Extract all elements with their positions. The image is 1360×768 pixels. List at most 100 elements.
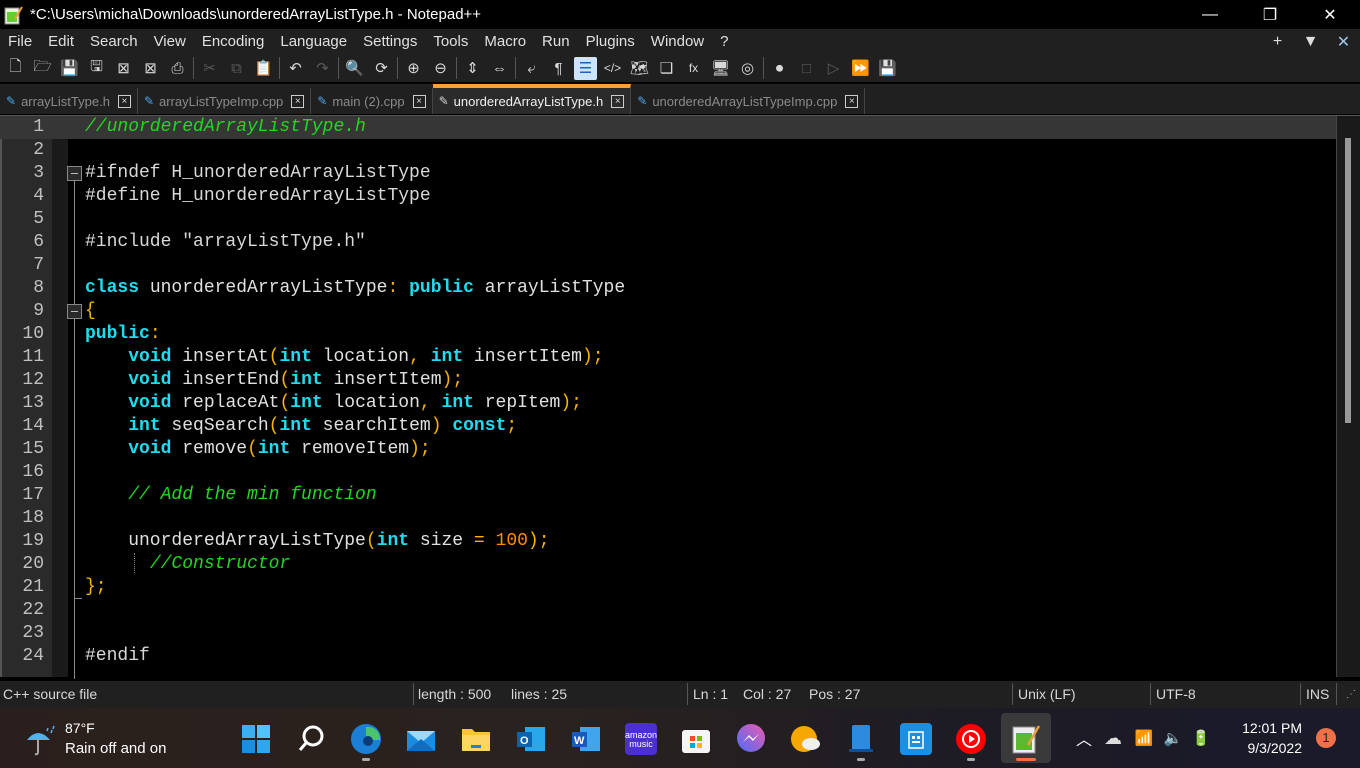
minimize-button[interactable]: — — [1180, 0, 1240, 29]
line-number: 16 — [22, 462, 44, 482]
cut-button[interactable]: ✂ — [198, 57, 221, 80]
close-button[interactable]: ✕ — [1300, 0, 1360, 29]
tab-list-dropdown-icon[interactable]: ▼ — [1294, 33, 1327, 51]
onedrive-icon[interactable]: ☁ — [1096, 728, 1130, 749]
play-macro-button[interactable]: ▷ — [822, 57, 845, 80]
menu-tools[interactable]: Tools — [425, 29, 476, 54]
find-button[interactable]: 🔍 — [343, 57, 366, 80]
clock[interactable]: 12:01 PM 9/3/2022 — [1242, 718, 1302, 758]
record-macro-button[interactable]: ⏺ — [768, 57, 791, 80]
fold-toggle-class[interactable] — [67, 304, 82, 319]
copy-button[interactable]: ⧉ — [225, 57, 248, 80]
volume-icon[interactable]: 🔈 — [1158, 729, 1188, 747]
menu-language[interactable]: Language — [272, 29, 355, 54]
code-text: { — [85, 300, 96, 323]
taskbar-word[interactable]: W — [570, 723, 602, 755]
tab-unorderedarraylisttypeimp-cpp[interactable]: ✎ unorderedArrayListTypeImp.cpp × — [631, 88, 866, 114]
close-button[interactable]: ⊠ — [112, 57, 135, 80]
fold-toggle-ifndef[interactable] — [67, 166, 82, 181]
redo-button[interactable]: ↷ — [311, 57, 334, 80]
zoom-out-button[interactable]: ⊖ — [429, 57, 452, 80]
line-number: 9 — [33, 301, 44, 321]
menu-plugins[interactable]: Plugins — [578, 29, 643, 54]
tab-close-icon[interactable]: × — [845, 94, 859, 108]
close-all-button[interactable]: ⊠ — [139, 57, 162, 80]
taskbar-phone-link[interactable] — [845, 723, 877, 755]
start-button[interactable] — [240, 723, 272, 755]
taskbar-power-automate[interactable] — [900, 723, 932, 755]
document-map-icon: 🗺 — [629, 60, 650, 77]
sync-vertical-button[interactable]: ⇕ — [461, 57, 484, 80]
xml-tag-button[interactable]: </> — [601, 57, 624, 80]
menu-encoding[interactable]: Encoding — [194, 29, 273, 54]
replace-button[interactable]: ⟳ — [370, 57, 393, 80]
restore-button[interactable]: ❐ — [1240, 0, 1300, 29]
weather-app-icon — [791, 726, 820, 752]
function-list-button[interactable]: fx — [682, 57, 705, 80]
status-insert-mode[interactable]: INS — [1306, 681, 1329, 708]
battery-icon[interactable]: 🔋 — [1188, 729, 1214, 747]
taskbar-youtube-music[interactable] — [955, 723, 987, 755]
status-eol-format[interactable]: Unix (LF) — [1018, 681, 1076, 708]
menu-view[interactable]: View — [146, 29, 194, 54]
taskbar-mail[interactable] — [405, 723, 437, 755]
folder-as-workspace-button[interactable]: 🖥 — [709, 57, 732, 80]
vertical-scrollbar[interactable] — [1336, 116, 1360, 677]
menu-macro[interactable]: Macro — [476, 29, 534, 54]
word-wrap-button[interactable]: ⤶ — [520, 57, 543, 80]
sync-horizontal-button[interactable]: ⇔ — [488, 57, 511, 80]
tab-close-icon[interactable]: × — [611, 94, 625, 108]
code-editor[interactable]: 1//unorderedArrayListType.h 2 3 #ifndef H_u… — [0, 115, 1360, 679]
resize-grip-icon[interactable]: ⋰ — [1346, 681, 1356, 708]
show-hidden-icons-icon[interactable]: ︿ — [1072, 726, 1096, 750]
save-all-button[interactable]: 🖫 — [85, 57, 108, 80]
notepad-plus-plus-icon — [1012, 725, 1041, 754]
menu-run[interactable]: Run — [534, 29, 578, 54]
print-button[interactable]: ⎙ — [166, 57, 189, 80]
zoom-in-button[interactable]: ⊕ — [402, 57, 425, 80]
undo-button[interactable]: ↶ — [284, 57, 307, 80]
status-encoding[interactable]: UTF-8 — [1156, 681, 1196, 708]
notification-badge[interactable]: 1 — [1316, 728, 1336, 748]
new-file-button[interactable]: 🗋 — [4, 57, 27, 80]
close-document-icon[interactable]: ✕ — [1327, 32, 1360, 52]
tab-close-icon[interactable]: × — [117, 94, 131, 108]
wifi-icon[interactable]: 📶 — [1130, 729, 1158, 747]
taskbar-weather[interactable] — [790, 723, 822, 755]
menu-window[interactable]: Window — [643, 29, 712, 54]
line-number: 24 — [22, 646, 44, 666]
tab-bar: ✎ arrayListType.h × ✎ arrayListTypeImp.cpp × ✎… — [0, 84, 1360, 114]
taskbar-file-explorer[interactable] — [460, 723, 492, 755]
open-file-button[interactable]: 🗁 — [31, 57, 54, 80]
taskbar-messenger[interactable] — [735, 723, 767, 755]
taskbar-notepad-plus-plus[interactable] — [1010, 723, 1042, 755]
tab-unorderedarraylisttype-h[interactable]: ✎ unorderedArrayListType.h × — [432, 84, 632, 114]
taskbar-amazon-music[interactable]: amazon music — [625, 723, 657, 755]
tab-close-icon[interactable]: × — [291, 94, 305, 108]
taskbar-outlook[interactable]: O — [515, 723, 547, 755]
scrollbar-thumb[interactable] — [1345, 138, 1351, 423]
run-macro-multiple-button[interactable]: ⏩ — [849, 57, 872, 80]
paste-button[interactable]: 📋 — [252, 57, 275, 80]
document-map-button[interactable]: 🗺 — [628, 57, 651, 80]
save-button[interactable]: 💾 — [58, 57, 81, 80]
tab-close-icon[interactable]: × — [412, 94, 426, 108]
menu-file[interactable]: File — [0, 29, 40, 54]
tab-main-2-cpp[interactable]: ✎ main (2).cpp × — [311, 88, 433, 114]
stop-macro-button[interactable]: □ — [795, 57, 818, 80]
menu-settings[interactable]: Settings — [355, 29, 425, 54]
document-list-button[interactable]: ❏ — [655, 57, 678, 80]
menu-edit[interactable]: Edit — [40, 29, 82, 54]
search-button[interactable] — [295, 723, 327, 755]
add-tab-icon[interactable]: + — [1261, 33, 1294, 51]
indent-guide-button[interactable]: ☰ — [574, 56, 597, 80]
menu-search[interactable]: Search — [82, 29, 146, 54]
tab-arraylisttypeimp-cpp[interactable]: ✎ arrayListTypeImp.cpp × — [138, 88, 312, 114]
tab-arraylisttype-h[interactable]: ✎ arrayListType.h × — [0, 88, 138, 114]
show-all-chars-button[interactable]: ¶ — [547, 57, 570, 80]
taskbar-edge[interactable] — [350, 723, 382, 755]
taskbar-microsoft-store[interactable] — [680, 723, 712, 755]
save-macro-button[interactable]: 💾 — [876, 57, 899, 80]
monitoring-button[interactable]: ◎ — [736, 57, 759, 80]
menu-help[interactable]: ? — [712, 29, 736, 54]
